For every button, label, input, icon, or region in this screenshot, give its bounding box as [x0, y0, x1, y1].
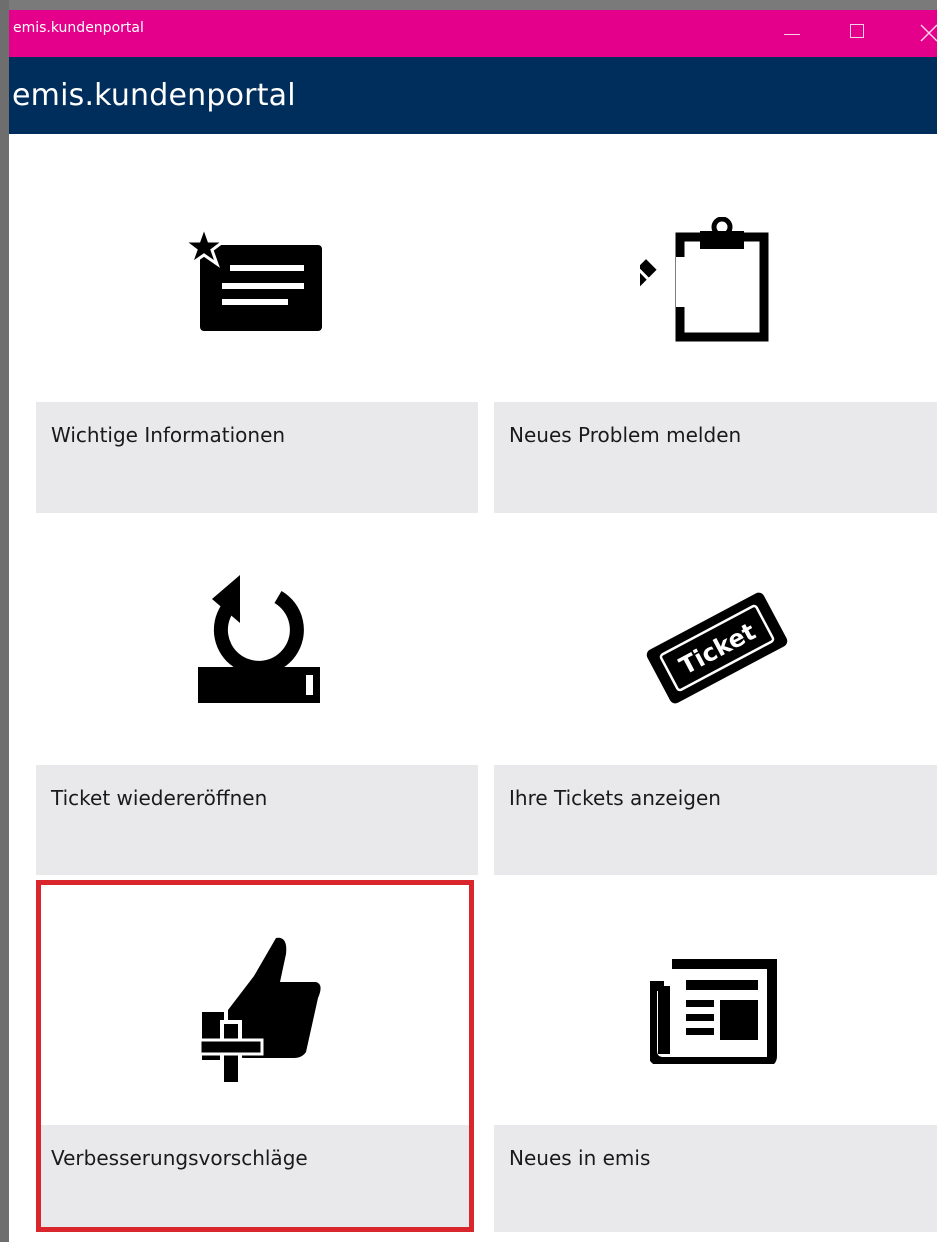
- tile-ihre-tickets-anzeigen[interactable]: Ticket Ihre Tickets anzeigen: [494, 515, 937, 875]
- tile-neues-in-emis[interactable]: Neues in emis: [494, 880, 937, 1232]
- tile-label: Neues in emis: [509, 1146, 651, 1170]
- app-header-title: emis.kundenportal: [12, 78, 296, 113]
- newspaper-icon: [650, 959, 777, 1064]
- window-frame-left: [0, 0, 9, 1242]
- close-icon: [920, 24, 937, 42]
- tile-ticket-wiedereroeffnen[interactable]: Ticket wiedereröffnen: [36, 515, 478, 875]
- minimize-button[interactable]: [769, 10, 815, 57]
- window-frame-top: [0, 0, 937, 10]
- tile-label: Wichtige Informationen: [51, 423, 286, 447]
- thumbs-up-plus-icon: [198, 937, 321, 1084]
- ticket-icon: Ticket: [646, 592, 788, 704]
- close-button[interactable]: [905, 10, 937, 57]
- maximize-button[interactable]: [835, 10, 881, 57]
- clipboard-pencil-icon: [640, 217, 769, 342]
- tile-label: Ihre Tickets anzeigen: [509, 786, 721, 810]
- tile-label: Neues Problem melden: [509, 423, 742, 447]
- news-star-icon: [182, 227, 322, 331]
- app-header-bar: emis.kundenportal: [9, 57, 937, 134]
- tile-verbesserungsvorschlaege[interactable]: Verbesserungsvorschläge: [36, 880, 474, 1232]
- tile-label: Verbesserungsvorschläge: [51, 1146, 308, 1170]
- tile-neues-problem-melden[interactable]: Neues Problem melden: [494, 155, 937, 513]
- window-title: emis.kundenportal: [13, 20, 144, 36]
- tile-label: Ticket wiedereröffnen: [51, 786, 268, 810]
- tile-wichtige-informationen[interactable]: Wichtige Informationen: [36, 155, 478, 513]
- reopen-tray-icon: [198, 575, 320, 703]
- window-titlebar[interactable]: emis.kundenportal: [9, 10, 937, 57]
